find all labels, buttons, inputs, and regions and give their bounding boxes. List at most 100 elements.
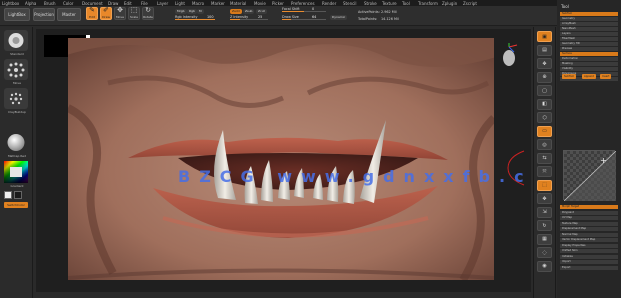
zoom-button[interactable]: ⊕ [537, 71, 552, 83]
lsym-button[interactable]: ⇆ [537, 152, 552, 164]
polyf-icon: ▦ [542, 236, 547, 242]
scale-button[interactable]: ⇲ [537, 206, 552, 218]
zcut-toggle[interactable]: Zcut [256, 9, 267, 14]
bpr-icon: ▣ [542, 33, 547, 40]
actual-button[interactable]: ▢ [537, 85, 552, 96]
material-slot[interactable] [4, 132, 28, 153]
master-button[interactable]: Master [57, 8, 81, 21]
rotate-button[interactable]: ↻ [537, 220, 552, 231]
aahalf-button[interactable]: ◧ [537, 98, 552, 110]
palette-row[interactable]: Initialize [560, 254, 618, 259]
move-tool-button[interactable]: ✥ Move [114, 7, 126, 20]
palette-row[interactable]: Vector Displacement Map [560, 238, 618, 242]
persp-button[interactable]: ⬡ [537, 112, 552, 123]
palette-row[interactable]: Normal Map [560, 232, 618, 237]
left-shelf: Standard Move ClayBuildup MatCap Red Gra… [0, 27, 33, 298]
transp-button[interactable]: ◌ [537, 247, 552, 258]
active-points-label: ActivePoints: [358, 10, 380, 14]
curve-editor[interactable]: + [563, 150, 617, 202]
z-intensity-slider[interactable]: Z Intensity 25 [230, 15, 268, 21]
document-canvas[interactable]: BZCG www.gdnxxfb.cn [36, 29, 544, 292]
floor-button[interactable]: ▭ [537, 125, 552, 137]
palette-row[interactable]: Visibility [560, 67, 618, 71]
head-gizmo[interactable] [499, 43, 519, 69]
color-picker[interactable] [4, 161, 28, 183]
brush-standard-slot[interactable] [4, 30, 28, 51]
palette-row[interactable]: ArrayMesh [560, 22, 618, 26]
palette-row[interactable]: Morph Target [560, 205, 618, 209]
focal-shift-track [282, 11, 326, 13]
mrgb-toggle[interactable]: Mrgb [175, 9, 187, 14]
zsub-toggle[interactable]: Zsub [243, 9, 255, 14]
rotate-icon: ↻ [145, 6, 151, 14]
solo-icon: ◉ [542, 263, 547, 269]
rgb-intensity-slider[interactable]: Rgb Intensity 100 [175, 15, 215, 21]
palette-row[interactable]: Display Properties [560, 243, 618, 248]
palette-row[interactable]: Import [560, 260, 618, 264]
secondary-color-swatch[interactable] [14, 191, 22, 199]
append-chip[interactable]: Append [582, 74, 596, 79]
draw-tool-button[interactable]: ✐ Draw [100, 7, 112, 20]
draw-size-slider[interactable]: Draw Size 64 [282, 15, 326, 21]
color-label: Gradient [10, 184, 24, 188]
local-button[interactable]: ◎ [537, 139, 552, 150]
focal-shift-slider[interactable]: Focal Shift 0 [282, 7, 326, 13]
move-icon: ✥ [542, 195, 547, 202]
lsym-icon: ⇆ [542, 155, 547, 161]
palette-row[interactable]: NanoMesh [560, 27, 618, 31]
scale-tool-button[interactable]: ⬚ Scale [128, 7, 140, 20]
scale-icon: ⇲ [542, 209, 547, 215]
palette-row[interactable]: SubTool [560, 12, 618, 16]
palette-row[interactable]: Deformation [560, 57, 618, 61]
zadd-toggle[interactable]: Zadd [230, 9, 242, 14]
palette-row[interactable]: Unified Skin [560, 249, 618, 253]
brush-move-label: Move [12, 81, 22, 85]
polyf-button[interactable]: ▦ [537, 233, 552, 245]
palette-row[interactable]: Polypaint [560, 210, 618, 215]
palette-row[interactable]: UV Map [560, 216, 618, 220]
switch-color-button[interactable]: SwitchColor [4, 202, 28, 208]
dynamic-toggle[interactable]: Dynamic [330, 15, 348, 20]
m-toggle[interactable]: M [197, 9, 204, 14]
rotate-tool-button[interactable]: ↻ Rotate [142, 7, 154, 20]
palette-row[interactable]: Geometry HD [560, 42, 618, 46]
palette-row[interactable]: FiberMesh [560, 37, 618, 41]
scale-icon: ⬚ [130, 6, 138, 14]
sculpt-viewport[interactable] [68, 38, 494, 280]
palette-row[interactable]: Surface [560, 52, 618, 56]
local-icon: ◎ [542, 141, 547, 148]
palette-row[interactable]: Export [560, 265, 618, 270]
active-points-value: 2.962 Mil [381, 10, 397, 14]
transp-icon: ◌ [542, 249, 547, 256]
projection-button[interactable]: Projection [33, 8, 55, 21]
palette-row[interactable]: Layers [560, 32, 618, 36]
brush-move-slot[interactable] [4, 59, 28, 80]
primary-color-swatch[interactable] [4, 191, 12, 199]
palette-row[interactable]: Displacement Map [560, 227, 618, 231]
spix-button[interactable]: ▤ [537, 44, 552, 56]
edit-tool-button[interactable]: ✎ Edit [86, 7, 98, 20]
palette-row[interactable]: Preview [560, 47, 618, 51]
material-label: MatCap Red [7, 154, 27, 158]
palette-title: Tool [561, 4, 569, 9]
scroll-icon: ✥ [542, 60, 547, 67]
insert-chip[interactable]: Insert [600, 74, 612, 79]
brush-move-icon [7, 62, 25, 78]
persp-icon: ⬡ [542, 114, 547, 121]
subtool-chip[interactable]: SubTool [562, 74, 576, 79]
move-button[interactable]: ✥ [537, 193, 552, 204]
rgb-toggle[interactable]: Rgb [187, 9, 197, 14]
frame-button[interactable]: ⬚ [537, 179, 552, 191]
bpr-button[interactable]: ▣ [537, 31, 552, 42]
gxyz-button[interactable]: ⤧ [537, 166, 552, 177]
palette-row[interactable]: Texture Map [560, 221, 618, 226]
palette-row[interactable]: Geometry [560, 17, 618, 21]
lightbox-button[interactable]: LightBox [4, 8, 30, 21]
brush-claybuildup-slot[interactable] [4, 88, 28, 109]
solo-button[interactable]: ◉ [537, 260, 552, 272]
scroll-button[interactable]: ✥ [537, 58, 552, 69]
palette-row[interactable]: Masking [560, 62, 618, 66]
top-toolbar: LightBox Projection Master ✎ Edit ✐ Draw ✥ Mo… [0, 6, 621, 26]
brush-claybuildup-icon [9, 92, 23, 105]
z-intensity-fill [230, 19, 240, 21]
